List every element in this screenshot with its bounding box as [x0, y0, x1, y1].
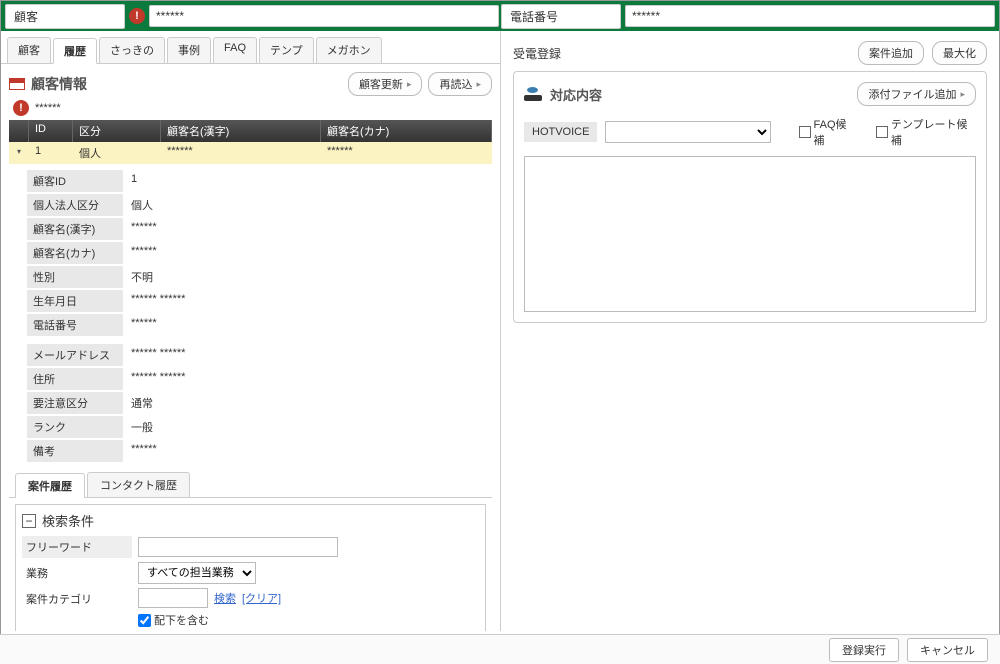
top-bar: 顧客 ! ****** 電話番号 ******: [1, 1, 999, 31]
left-tabs: 顧客 履歴 さっきの 事例 FAQ テンプ メガホン: [1, 31, 500, 64]
sub-tabs: 案件履歴 コンタクト履歴: [9, 472, 492, 498]
include-sub-checkbox[interactable]: [138, 614, 151, 627]
category-label: 案件カテゴリ: [22, 588, 132, 610]
tab-template[interactable]: テンプ: [259, 37, 314, 63]
hotvoice-select[interactable]: [605, 121, 770, 143]
template-candidate-checkbox[interactable]: テンプレート候補: [876, 116, 976, 148]
bottom-bar: 登録実行 キャンセル: [0, 634, 1000, 664]
faq-candidate-checkbox[interactable]: FAQ候補: [799, 116, 856, 148]
gyomu-select[interactable]: すべての担当業務: [138, 562, 256, 584]
cancel-button[interactable]: キャンセル: [907, 638, 988, 662]
phone-label: 電話番号: [501, 4, 621, 29]
customer-label: 顧客: [5, 4, 125, 29]
tab-recent[interactable]: さっきの: [99, 37, 165, 63]
freeword-label: フリーワード: [22, 536, 132, 558]
tab-history[interactable]: 履歴: [53, 38, 97, 64]
search-box: − 検索条件 フリーワード 業務 すべての担当業務 案件カテゴリ: [15, 504, 486, 631]
tab-faq[interactable]: FAQ: [213, 37, 257, 63]
response-textarea[interactable]: [524, 156, 976, 312]
customer-update-button[interactable]: 顧客更新▸: [348, 72, 423, 96]
alert-icon-2: !: [13, 100, 29, 116]
category-input[interactable]: [138, 588, 208, 608]
expand-icon[interactable]: ▾: [17, 147, 21, 156]
search-title: 検索条件: [42, 511, 94, 530]
hotvoice-label: HOTVOICE: [524, 122, 597, 142]
phone-value[interactable]: ******: [625, 5, 995, 27]
customer-value[interactable]: ******: [149, 5, 499, 27]
add-case-button[interactable]: 案件追加: [858, 41, 924, 65]
right-panel: 受電登録 案件追加 最大化 対応内容 添付ファイル追加▸ HOTVOICE FA…: [501, 31, 999, 631]
alert-icon: !: [129, 8, 145, 24]
customer-info-icon: [9, 78, 25, 90]
attach-file-button[interactable]: 添付ファイル追加▸: [857, 82, 976, 106]
sub-tab-case-history[interactable]: 案件履歴: [15, 473, 85, 498]
grid-row[interactable]: ▾ 1 個人 ****** ******: [9, 142, 492, 164]
collapse-icon[interactable]: −: [22, 514, 36, 528]
customer-sub: ******: [35, 102, 61, 114]
reload-button[interactable]: 再読込▸: [428, 72, 492, 96]
tab-case[interactable]: 事例: [167, 37, 211, 63]
sub-tab-contact-history[interactable]: コンタクト履歴: [87, 472, 190, 497]
clear-link[interactable]: [クリア]: [242, 590, 281, 606]
response-title: 対応内容: [550, 85, 849, 104]
search-link[interactable]: 検索: [214, 590, 236, 606]
freeword-input[interactable]: [138, 537, 338, 557]
right-header-title: 受電登録: [513, 45, 850, 62]
gyomu-label: 業務: [22, 562, 132, 584]
left-panel: 顧客 履歴 さっきの 事例 FAQ テンプ メガホン 顧客情報 顧客更新▸ 再読…: [1, 31, 501, 631]
tab-customer[interactable]: 顧客: [7, 37, 51, 63]
tab-megaphone[interactable]: メガホン: [316, 37, 382, 63]
grid-header: ID 区分 顧客名(漢字) 顧客名(カナ): [9, 120, 492, 142]
detail-list: 顧客ID1 個人法人区分個人 顧客名(漢字)****** 顧客名(カナ)****…: [27, 170, 492, 462]
maximize-button[interactable]: 最大化: [932, 41, 987, 65]
customer-info-title: 顧客情報: [31, 74, 342, 94]
register-button[interactable]: 登録実行: [829, 638, 899, 662]
response-icon: [524, 87, 542, 101]
